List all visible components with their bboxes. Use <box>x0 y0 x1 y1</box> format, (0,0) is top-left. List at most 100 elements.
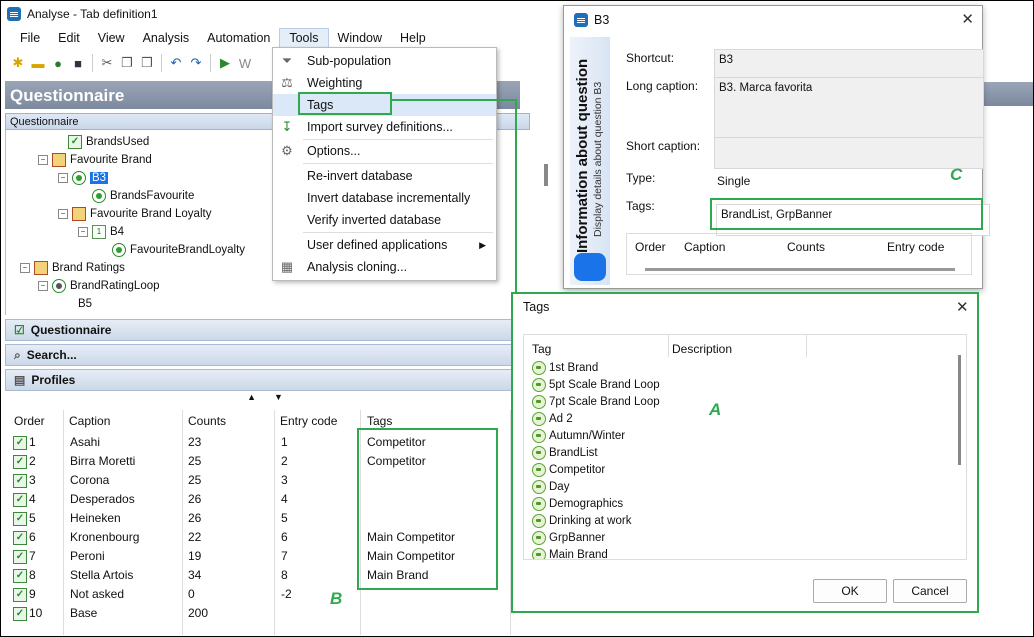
short-caption-field[interactable] <box>714 137 984 169</box>
table-row[interactable]: ✓ 10 Base 200 <box>5 604 511 623</box>
checked-icon[interactable]: ✓ <box>13 588 27 602</box>
loop-icon <box>52 279 66 293</box>
menu-file[interactable]: File <box>11 29 49 47</box>
col-counts[interactable]: Counts <box>188 410 226 432</box>
checked-icon[interactable]: ✓ <box>13 436 27 450</box>
globe-icon[interactable]: ● <box>49 54 67 72</box>
tree-item-favouritebrandloyalty[interactable]: FavouriteBrandLoyalty <box>112 241 245 259</box>
list-item[interactable]: 7pt Scale Brand Loop <box>532 393 660 410</box>
list-item[interactable]: Main Brand <box>532 546 608 559</box>
tag-icon <box>532 445 546 460</box>
close-icon[interactable]: ✕ <box>961 10 974 28</box>
list-item[interactable]: GrpBanner <box>532 529 605 546</box>
collapse-icon[interactable]: − <box>20 263 30 273</box>
panel-questionnaire[interactable]: ☑ Questionnaire <box>5 319 530 341</box>
menu-weighting[interactable]: ⚖ Weighting <box>273 72 496 94</box>
run-icon[interactable]: ▶ <box>216 54 234 72</box>
word-export-icon[interactable]: W <box>236 54 254 72</box>
panel-profiles[interactable]: ▤ Profiles <box>5 369 530 391</box>
tree-item-b4[interactable]: − 1 B4 <box>78 223 124 241</box>
arrow-up-icon[interactable]: ▲ <box>247 392 256 406</box>
collapse-icon[interactable]: − <box>38 155 48 165</box>
cancel-button[interactable]: Cancel <box>893 579 967 603</box>
list-item[interactable]: 5pt Scale Brand Loop <box>532 376 660 393</box>
ok-button[interactable]: OK <box>813 579 887 603</box>
menu-tools[interactable]: Tools <box>279 28 329 48</box>
tree-item-b3[interactable]: − B3 <box>58 169 109 187</box>
mini-col-entry-code[interactable]: Entry code <box>887 240 944 254</box>
collapse-icon[interactable]: − <box>78 227 88 237</box>
tags-col-tag[interactable]: Tag <box>532 342 551 356</box>
paste-icon[interactable]: ❒ <box>138 54 156 72</box>
menu-window[interactable]: Window <box>329 29 391 47</box>
list-item[interactable]: Autumn/Winter <box>532 427 625 444</box>
list-item[interactable]: BrandList <box>532 444 598 461</box>
collapse-icon[interactable]: − <box>38 281 48 291</box>
mini-col-caption[interactable]: Caption <box>684 240 725 254</box>
menu-automation[interactable]: Automation <box>198 29 279 47</box>
list-item[interactable]: Ad 2 <box>532 410 573 427</box>
tree-item-b5[interactable]: B5 <box>78 295 92 313</box>
mini-col-order[interactable]: Order <box>635 240 666 254</box>
tree-scrollbar[interactable] <box>544 164 548 186</box>
tree-item-brand-ratings[interactable]: − Brand Ratings <box>20 259 125 277</box>
close-icon[interactable]: ✕ <box>956 298 969 316</box>
tags-scrollbar[interactable] <box>958 355 961 465</box>
menu-help[interactable]: Help <box>391 29 435 47</box>
tree-item-brandratingloop[interactable]: − BrandRatingLoop <box>38 277 160 295</box>
tag-icon <box>532 462 546 477</box>
tree-item-favourite-brand-loyalty[interactable]: − Favourite Brand Loyalty <box>58 205 211 223</box>
panel-search[interactable]: ⌕ Search... <box>5 344 530 366</box>
checked-icon[interactable]: ✓ <box>13 512 27 526</box>
list-item[interactable]: Day <box>532 478 569 495</box>
menu-analysis-cloning[interactable]: ▦ Analysis cloning... <box>273 256 496 278</box>
col-entry-code[interactable]: Entry code <box>280 410 337 432</box>
tree-item-label: Favourite Brand <box>70 154 152 166</box>
collapse-icon[interactable]: − <box>58 173 68 183</box>
list-item[interactable]: Drinking at work <box>532 512 631 529</box>
cell-caption: Corona <box>70 473 110 487</box>
checked-icon[interactable]: ✓ <box>13 607 27 621</box>
menu-sub-population[interactable]: ⏷ Sub-population <box>273 50 496 72</box>
menu-user-defined-applications[interactable]: User defined applications ▶ <box>273 234 496 256</box>
mini-scrollbar[interactable] <box>645 268 955 271</box>
checked-icon[interactable]: ✓ <box>13 455 27 469</box>
menu-invert-incrementally[interactable]: Invert database incrementally <box>273 187 496 209</box>
mini-col-counts[interactable]: Counts <box>787 240 825 254</box>
col-caption[interactable]: Caption <box>69 410 110 432</box>
tree-item-brandsfavourite[interactable]: BrandsFavourite <box>92 187 194 205</box>
annotation-label-a: A <box>709 400 722 419</box>
redo-icon[interactable]: ↷ <box>187 54 205 72</box>
checked-icon[interactable]: ✓ <box>13 569 27 583</box>
tree-item-favourite-brand[interactable]: − Favourite Brand <box>38 151 152 169</box>
copy-icon[interactable]: ❐ <box>118 54 136 72</box>
open-folder-icon[interactable]: ▬ <box>29 54 47 72</box>
menu-view[interactable]: View <box>89 29 134 47</box>
list-item[interactable]: Competitor <box>532 461 605 478</box>
collapse-icon[interactable]: − <box>58 209 68 219</box>
menu-re-invert-database[interactable]: Re-invert database <box>273 165 496 187</box>
undo-icon[interactable]: ↶ <box>167 54 185 72</box>
menu-import-survey-definitions[interactable]: ↧ Import survey definitions... <box>273 116 496 138</box>
save-icon[interactable]: ■ <box>69 54 87 72</box>
arrow-down-icon[interactable]: ▼ <box>274 392 283 406</box>
list-item[interactable]: Demographics <box>532 495 623 512</box>
menu-edit[interactable]: Edit <box>49 29 89 47</box>
checked-icon[interactable]: ✓ <box>13 474 27 488</box>
checked-icon[interactable]: ✓ <box>13 531 27 545</box>
long-caption-field[interactable]: B3. Marca favorita <box>714 77 984 139</box>
list-item[interactable]: 1st Brand <box>532 359 598 376</box>
col-order[interactable]: Order <box>14 410 45 432</box>
cell-order: 9 <box>29 587 36 601</box>
checked-icon[interactable]: ✓ <box>13 550 27 564</box>
menu-verify-inverted-database[interactable]: Verify inverted database <box>273 209 496 231</box>
cut-icon[interactable]: ✂ <box>98 54 116 72</box>
tags-col-description[interactable]: Description <box>672 342 732 356</box>
tree-item-brandsused[interactable]: ✓ BrandsUsed <box>68 133 149 151</box>
menu-options[interactable]: ⚙ Options... <box>273 140 496 162</box>
new-icon[interactable]: ✱ <box>9 54 27 72</box>
splitter[interactable]: ▲ ▼ <box>5 392 525 406</box>
menu-label: Verify inverted database <box>307 213 442 227</box>
menu-analysis[interactable]: Analysis <box>134 29 199 47</box>
checked-icon[interactable]: ✓ <box>13 493 27 507</box>
